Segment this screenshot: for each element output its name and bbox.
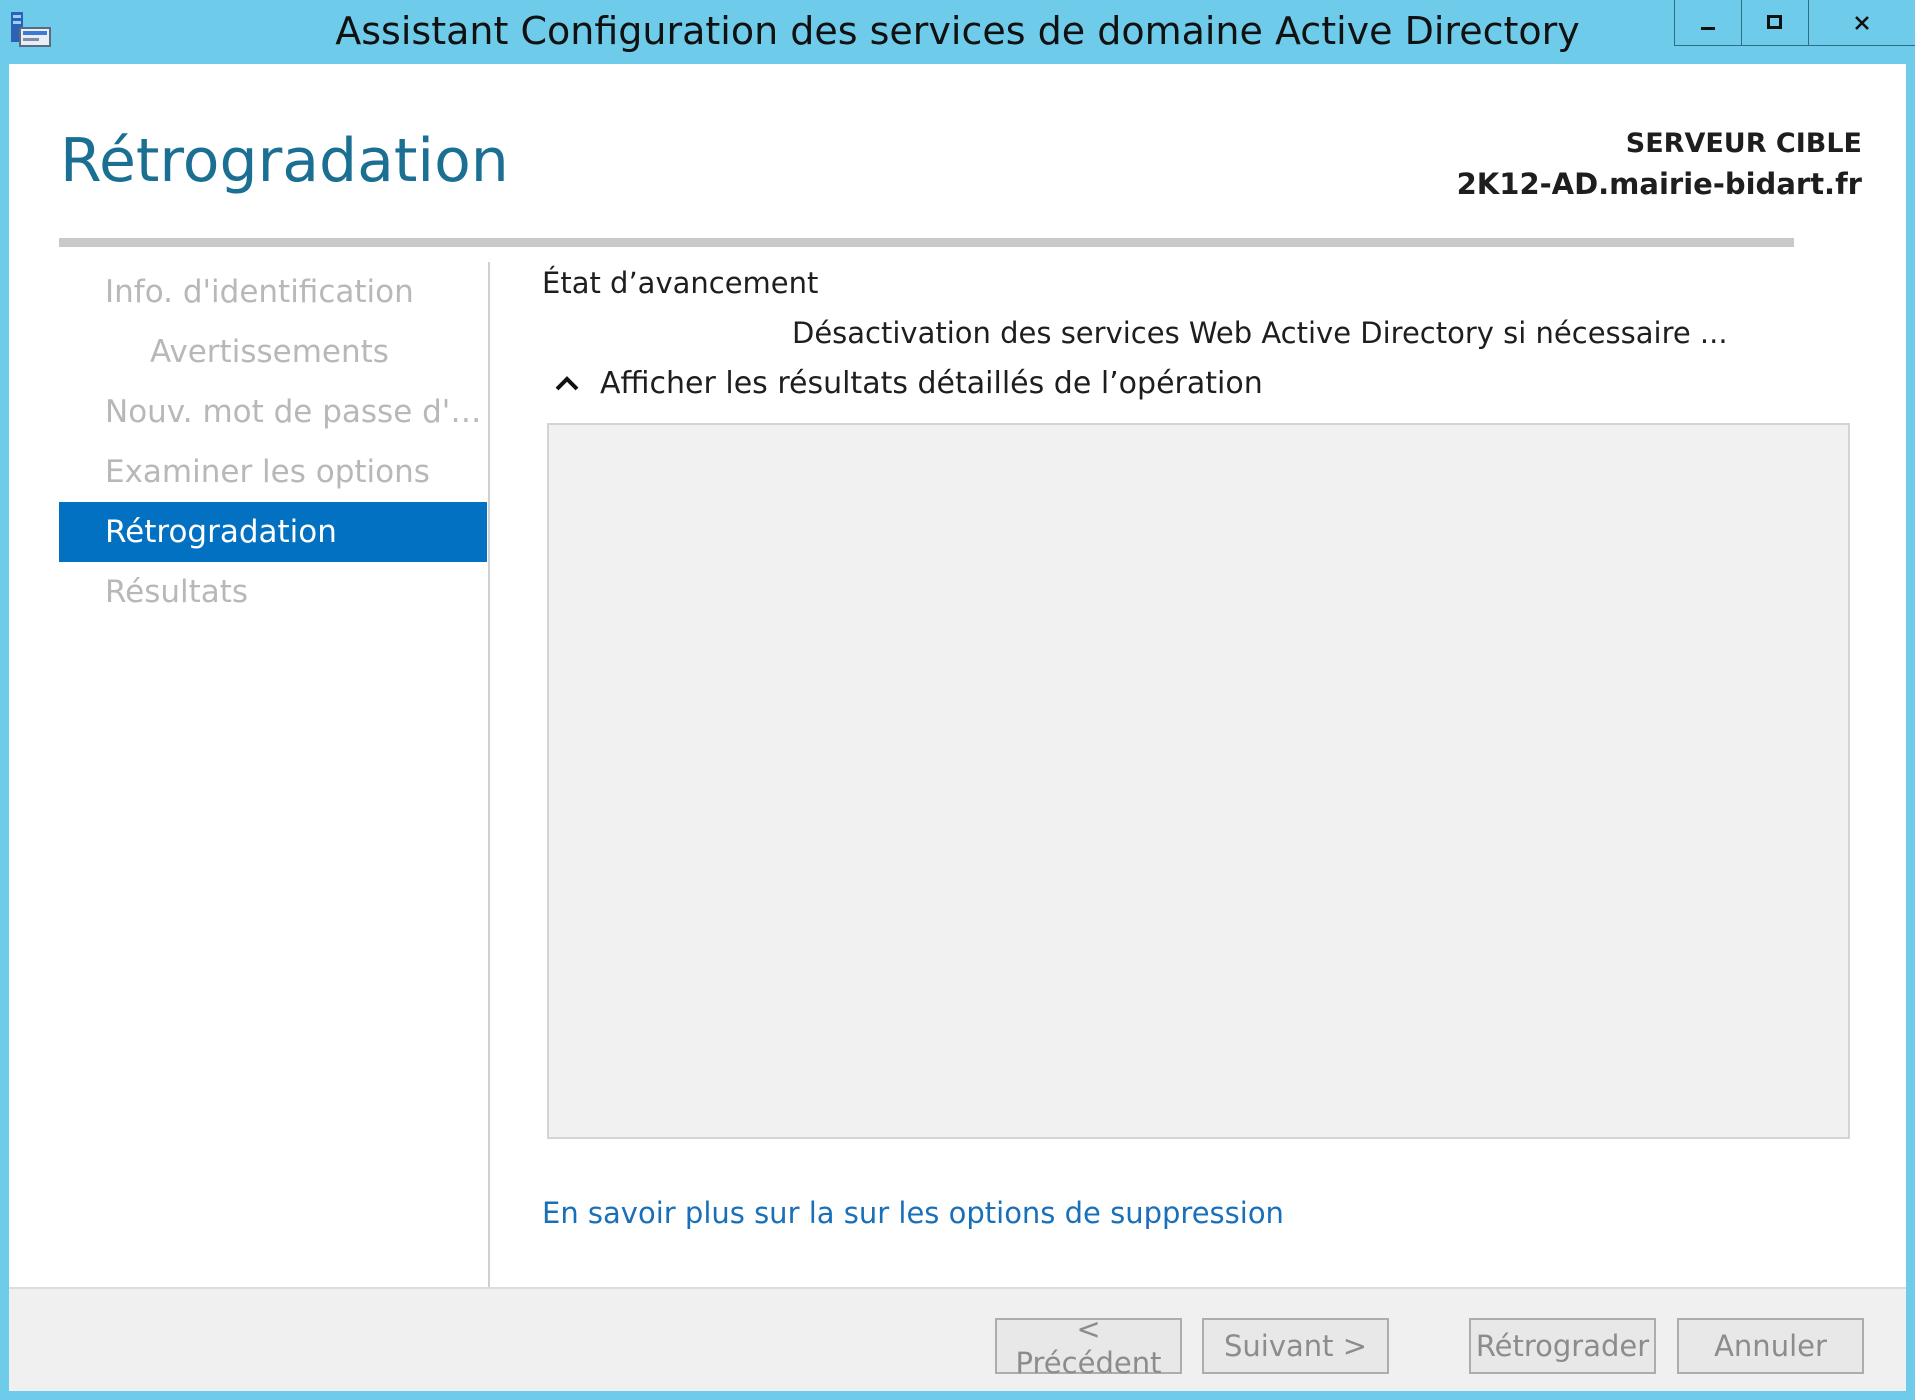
detailed-results-box[interactable] (547, 423, 1850, 1139)
next-button[interactable]: Suivant > (1202, 1318, 1389, 1374)
minimize-icon (1701, 26, 1715, 30)
close-icon (1855, 15, 1869, 30)
cancel-button[interactable]: Annuler (1677, 1318, 1864, 1374)
progress-status-text: Désactivation des services Web Active Di… (792, 316, 1728, 350)
minimize-button[interactable] (1674, 0, 1741, 46)
more-info-link[interactable]: En savoir plus sur la sur les options de… (542, 1196, 1284, 1230)
progress-label: État d’avancement (542, 266, 819, 300)
details-toggle[interactable]: Afficher les résultats détaillés de l’op… (552, 366, 1263, 401)
maximize-icon (1767, 14, 1782, 29)
chevron-up-icon (555, 375, 579, 390)
step-review-options: Examiner les options (105, 454, 430, 490)
step-results: Résultats (105, 574, 249, 610)
header-divider (59, 238, 1794, 247)
nav-divider (488, 262, 490, 1299)
title-bar[interactable]: Assistant Configuration des services de … (0, 0, 1915, 64)
wizard-footer: < Précédent Suivant > Rétrograder Annule… (9, 1287, 1906, 1391)
target-server-label: SERVEUR CIBLE (1625, 128, 1862, 159)
close-button[interactable] (1808, 0, 1915, 46)
maximize-button[interactable] (1741, 0, 1808, 46)
wizard-window: Assistant Configuration des services de … (0, 0, 1915, 1400)
window-controls (1674, 0, 1915, 46)
wizard-step-list: Info. d'identification Avertissements No… (59, 262, 489, 622)
step-credentials: Info. d'identification (105, 274, 414, 310)
wizard-client-area: Rétrogradation SERVEUR CIBLE 2K12-AD.mai… (9, 64, 1906, 1391)
window-title: Assistant Configuration des services de … (335, 9, 1580, 53)
details-toggle-label: Afficher les résultats détaillés de l’op… (600, 366, 1263, 401)
step-warnings: Avertissements (150, 334, 389, 370)
step-demotion[interactable]: Rétrogradation (59, 502, 487, 562)
page-title: Rétrogradation (60, 126, 509, 196)
previous-button[interactable]: < Précédent (995, 1312, 1182, 1380)
step-new-admin-password: Nouv. mot de passe d'ad... (105, 394, 487, 430)
target-server-name: 2K12-AD.mairie-bidart.fr (1456, 167, 1862, 201)
target-server-block: SERVEUR CIBLE 2K12-AD.mairie-bidart.fr (1457, 124, 1862, 204)
demote-button[interactable]: Rétrograder (1469, 1318, 1656, 1374)
